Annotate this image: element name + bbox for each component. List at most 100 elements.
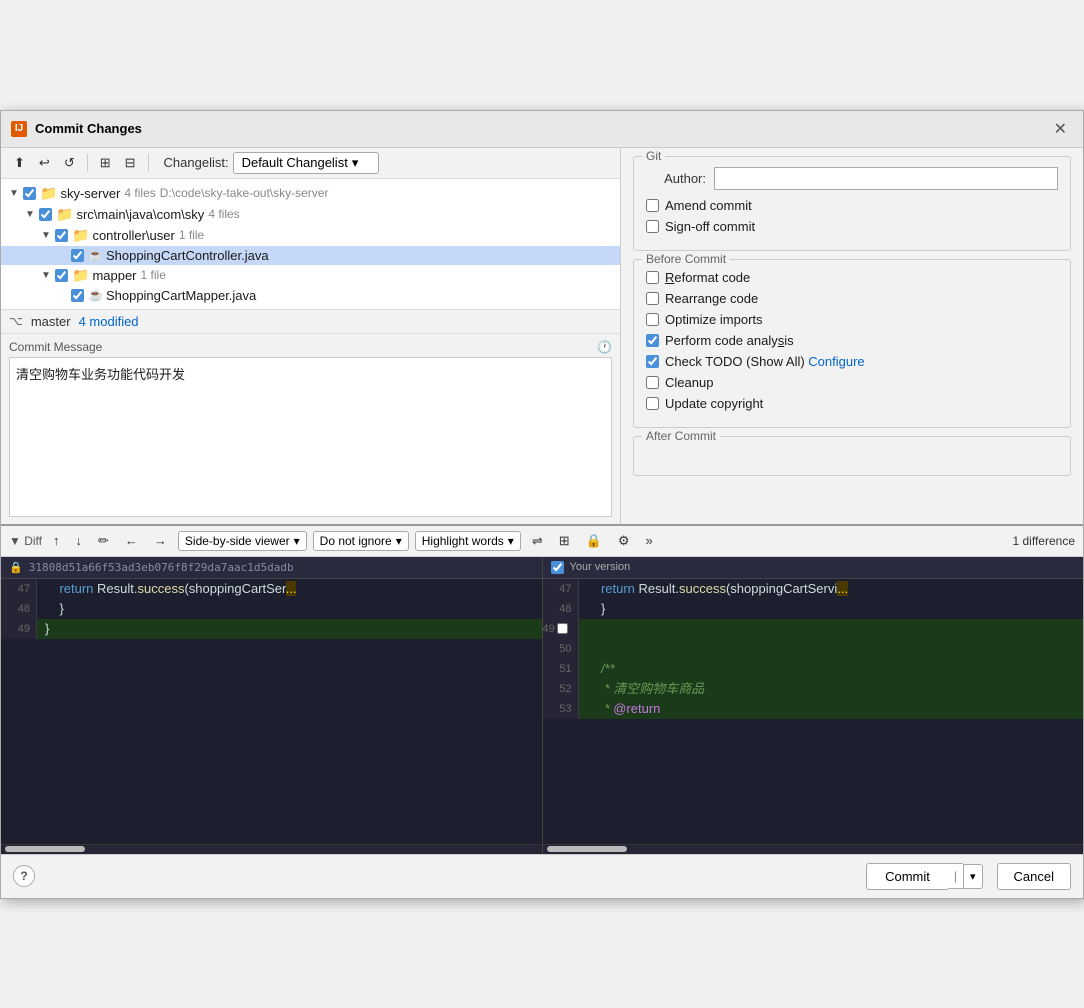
diff-edit-button[interactable]: ✏ xyxy=(93,531,114,551)
cleanup-checkbox[interactable] xyxy=(646,376,659,389)
diff-line-content-50-right xyxy=(579,639,1084,659)
viewer-dropdown[interactable]: Side-by-side viewer ▾ xyxy=(178,531,307,551)
diff-line-49-right: 49 xyxy=(543,619,1084,639)
diff-right-button[interactable]: → xyxy=(149,531,172,550)
commit-changes-dialog: IJ Commit Changes ✕ ⬆ ↩ ↺ ⊞ ⊟ Changelist… xyxy=(0,110,1084,899)
tree-checkbox-controller[interactable] xyxy=(55,229,68,242)
optimize-imports-checkbox[interactable] xyxy=(646,313,659,326)
optimize-imports-row[interactable]: Optimize imports xyxy=(646,312,1058,327)
viewer-dropdown-arrow: ▾ xyxy=(294,534,300,548)
collapse-button[interactable]: ⊟ xyxy=(120,152,141,174)
diff-columns-button[interactable]: ⊞ xyxy=(554,531,575,551)
diff-left-scrollbar[interactable] xyxy=(1,844,542,854)
git-section: Git Author: Amend commit Sign-off commit xyxy=(633,156,1071,251)
check-todo-row[interactable]: Check TODO (Show All) Configure xyxy=(646,354,1058,369)
your-version-checkbox[interactable] xyxy=(551,561,564,574)
diff-line-48-right: 48 } xyxy=(543,599,1084,619)
line-49-checkbox[interactable] xyxy=(557,623,568,634)
tree-checkbox-src[interactable] xyxy=(39,208,52,221)
check-todo-label: Check TODO (Show All) Configure xyxy=(665,354,865,369)
git-section-title: Git xyxy=(642,149,665,163)
update-copyright-row[interactable]: Update copyright xyxy=(646,396,1058,411)
diff-lock-button[interactable]: 🔒 xyxy=(581,531,607,551)
diff-line-content-47-left: return Result.success(shoppingCartSer... xyxy=(37,579,542,599)
arrow-up-button[interactable]: ⬆ xyxy=(9,152,30,174)
highlight-dropdown[interactable]: Highlight words ▾ xyxy=(415,531,521,551)
cancel-button[interactable]: Cancel xyxy=(997,863,1071,890)
diff-line-num-48-right: 48 xyxy=(543,599,579,619)
diff-next-button[interactable]: ↓ xyxy=(71,531,88,550)
help-button[interactable]: ? xyxy=(13,865,35,887)
ignore-dropdown[interactable]: Do not ignore ▾ xyxy=(313,531,409,551)
pipe-separator: | xyxy=(948,863,963,889)
tree-checkbox-mapper[interactable] xyxy=(55,269,68,282)
diff-line-content-52-right: * 清空购物车商品 xyxy=(579,679,1084,699)
commit-dropdown-button[interactable]: ▾ xyxy=(963,864,983,889)
diff-right-scrollbar[interactable] xyxy=(543,844,1084,854)
diff-left-button[interactable]: ← xyxy=(120,531,143,550)
tree-checkbox-shopping-cart-mapper[interactable] xyxy=(71,289,84,302)
refresh-button[interactable]: ↺ xyxy=(59,152,80,174)
changelist-dropdown[interactable]: Default Changelist ▾ xyxy=(233,152,380,174)
diff-right-scroll-thumb[interactable] xyxy=(547,846,627,852)
file-tree[interactable]: ▼ 📁 sky-server 4 files D:\code\sky-take-… xyxy=(1,179,620,310)
perform-analysis-checkbox[interactable] xyxy=(646,334,659,347)
tree-checkbox-sky-server[interactable] xyxy=(23,187,36,200)
tree-item-controller[interactable]: ▼ 📁 controller\user 1 file xyxy=(1,225,620,246)
dialog-title: Commit Changes xyxy=(35,121,142,136)
diff-line-num-50-right: 50 xyxy=(543,639,579,659)
reformat-code-row[interactable]: Reformat code xyxy=(646,270,1058,285)
modified-count: 4 modified xyxy=(79,314,139,329)
commit-button[interactable]: Commit xyxy=(866,863,948,890)
app-icon: IJ xyxy=(11,121,27,137)
java-file-icon-1: ☕ xyxy=(88,248,103,262)
diff-right-panel[interactable]: Your version 47 return Result.success(sh… xyxy=(543,557,1084,854)
tree-meta-src: 4 files xyxy=(208,207,239,221)
diff-line-content-51-right: /** xyxy=(579,659,1084,679)
amend-commit-row[interactable]: Amend commit xyxy=(646,198,1058,213)
close-button[interactable]: ✕ xyxy=(1048,117,1073,141)
diff-content: 🔒 31808d51a66f53ad3eb076f8f29da7aac1d5da… xyxy=(1,557,1083,854)
rearrange-code-row[interactable]: Rearrange code xyxy=(646,291,1058,306)
diff-settings-button[interactable]: ⚙ xyxy=(613,531,635,551)
tree-item-shopping-cart-controller[interactable]: ☕ ShoppingCartController.java xyxy=(1,246,620,265)
sign-off-commit-row[interactable]: Sign-off commit xyxy=(646,219,1058,234)
update-copyright-checkbox[interactable] xyxy=(646,397,659,410)
diff-prev-button[interactable]: ↑ xyxy=(48,531,65,550)
tree-label-sky-server: sky-server xyxy=(60,186,120,201)
rearrange-code-checkbox[interactable] xyxy=(646,292,659,305)
diff-line-47-right: 47 return Result.success(shoppingCartSer… xyxy=(543,579,1084,599)
toolbar-separator-2 xyxy=(148,154,149,172)
sign-off-commit-label: Sign-off commit xyxy=(665,219,755,234)
diff-right-empty xyxy=(543,719,1084,844)
diff-line-num-51-right: 51 xyxy=(543,659,579,679)
title-bar-left: IJ Commit Changes xyxy=(11,121,142,137)
check-todo-checkbox[interactable] xyxy=(646,355,659,368)
changelist-label: Changelist: xyxy=(164,155,229,170)
expand-button[interactable]: ⊞ xyxy=(95,152,116,174)
diff-left-panel[interactable]: 🔒 31808d51a66f53ad3eb076f8f29da7aac1d5da… xyxy=(1,557,543,854)
tree-checkbox-shopping-cart-controller[interactable] xyxy=(71,249,84,262)
ignore-dropdown-arrow: ▾ xyxy=(396,534,402,548)
diff-left-scroll-thumb[interactable] xyxy=(5,846,85,852)
author-input[interactable] xyxy=(714,167,1058,190)
tree-item-src[interactable]: ▼ 📁 src\main\java\com\sky 4 files xyxy=(1,204,620,225)
tree-item-shopping-cart-mapper[interactable]: ☕ ShoppingCartMapper.java xyxy=(1,286,620,305)
commit-message-textarea[interactable]: 清空购物车业务功能代码开发 xyxy=(9,357,612,517)
perform-analysis-row[interactable]: Perform code analysis xyxy=(646,333,1058,348)
diff-more-button[interactable]: » xyxy=(640,531,657,550)
cleanup-row[interactable]: Cleanup xyxy=(646,375,1058,390)
diff-left-empty xyxy=(1,639,542,844)
configure-link[interactable]: Configure xyxy=(808,354,864,369)
sign-off-commit-checkbox[interactable] xyxy=(646,220,659,233)
toolbar: ⬆ ↩ ↺ ⊞ ⊟ Changelist: Default Changelist… xyxy=(1,148,620,179)
diff-sync-button[interactable]: ⇌ xyxy=(527,531,548,551)
reformat-code-checkbox[interactable] xyxy=(646,271,659,284)
tree-item-sky-server[interactable]: ▼ 📁 sky-server 4 files D:\code\sky-take-… xyxy=(1,183,620,204)
amend-commit-checkbox[interactable] xyxy=(646,199,659,212)
tree-item-mapper[interactable]: ▼ 📁 mapper 1 file xyxy=(1,265,620,286)
tree-label-controller: controller\user xyxy=(92,228,174,243)
diff-line-num-48-left: 48 xyxy=(1,599,37,619)
branch-icon: ⌥ xyxy=(9,314,23,328)
undo-button[interactable]: ↩ xyxy=(34,152,55,174)
